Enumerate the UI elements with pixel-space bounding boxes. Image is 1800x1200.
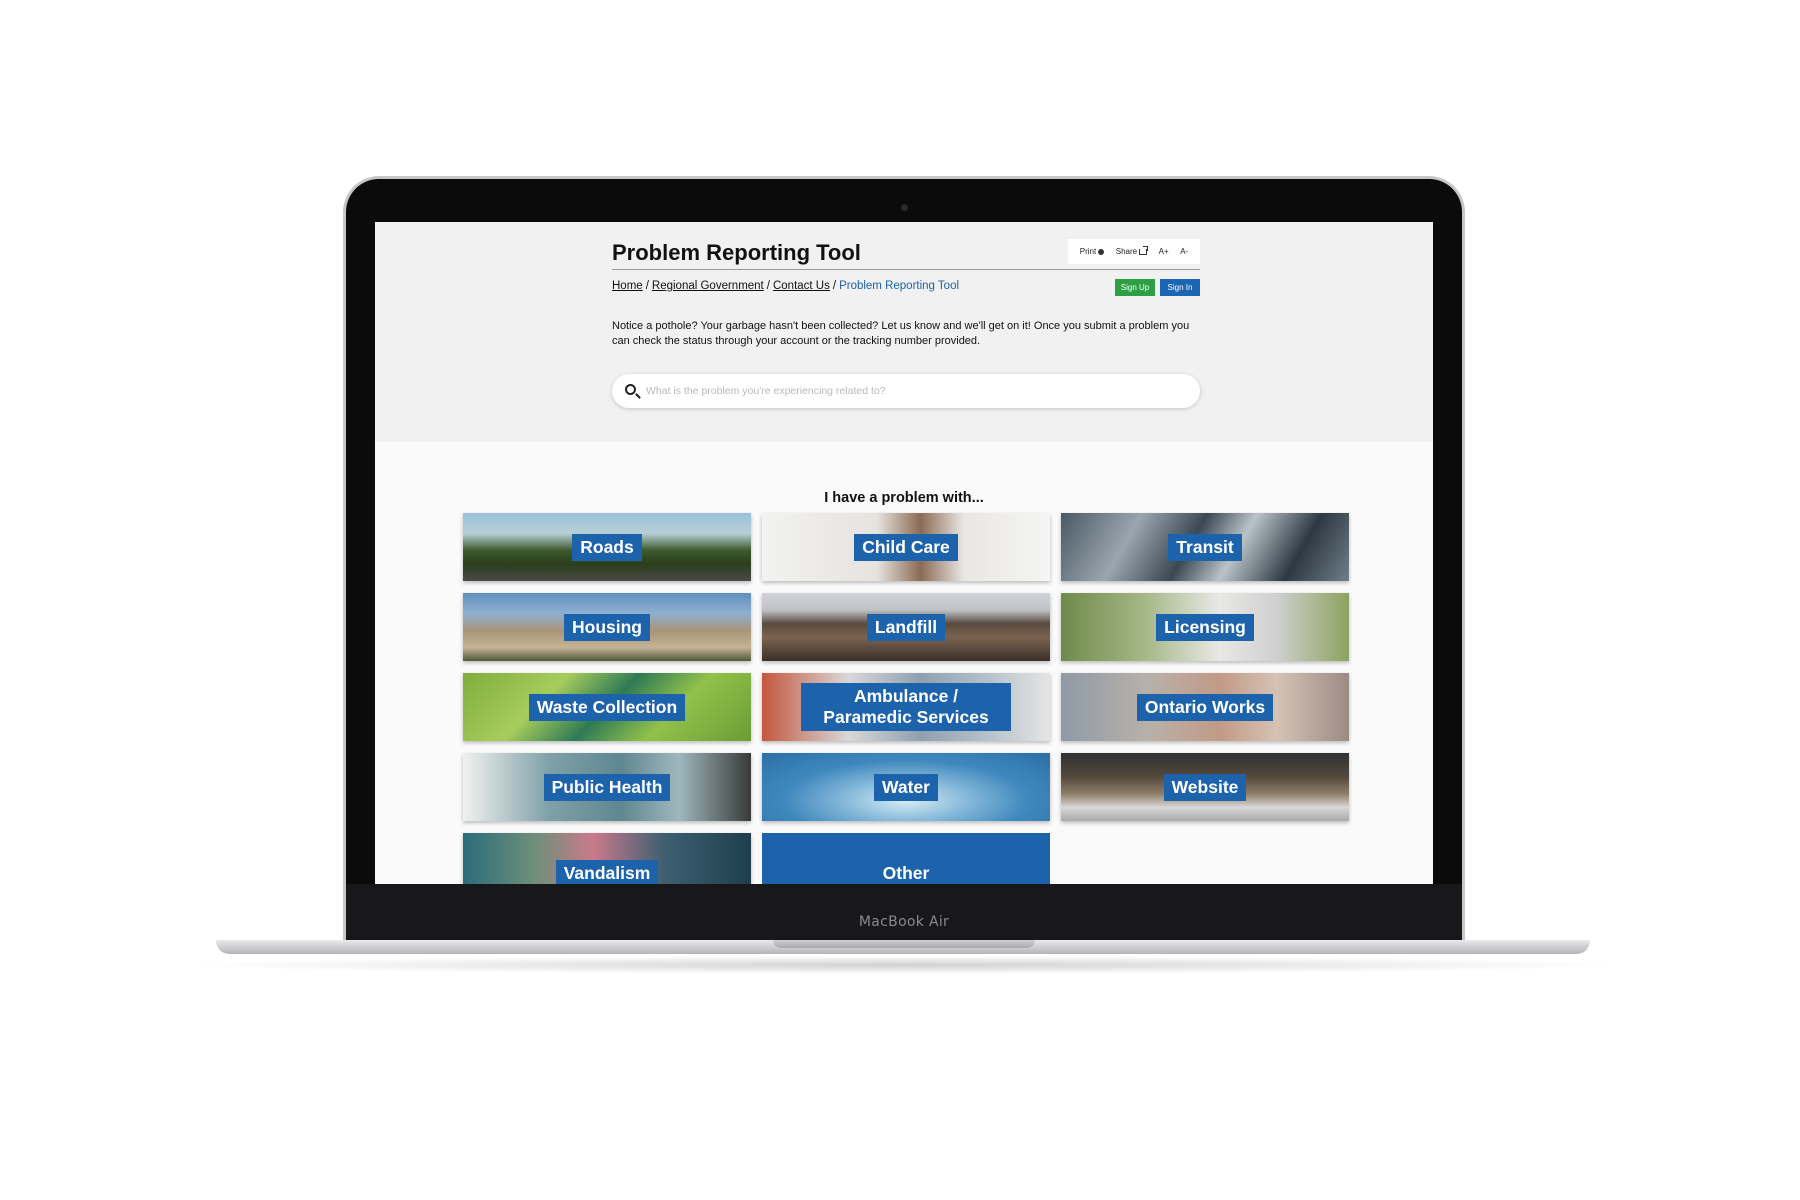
device-brand-label: MacBook Air: [858, 914, 950, 930]
breadcrumb-separator: /: [645, 280, 649, 292]
share-label: Share: [1115, 247, 1138, 256]
font-increase-button[interactable]: A+: [1159, 247, 1169, 256]
category-tile-other[interactable]: Other: [762, 833, 1050, 884]
category-tile-landfill[interactable]: Landfill: [762, 593, 1050, 661]
page-utilities: Print Share A+ A-: [1068, 239, 1200, 264]
intro-text: Notice a pothole? Your garbage hasn't be…: [612, 320, 1190, 347]
category-label: Housing: [564, 613, 650, 641]
laptop-notch: [773, 940, 1035, 948]
category-tile-licensing[interactable]: Licensing: [1061, 593, 1349, 661]
print-button[interactable]: Print: [1079, 247, 1105, 256]
category-label: Ambulance / Paramedic Services: [801, 683, 1011, 731]
category-tile-public-health[interactable]: Public Health: [463, 753, 751, 821]
breadcrumb-separator: /: [766, 280, 770, 292]
category-label: Waste Collection: [528, 693, 686, 721]
breadcrumb-contact-us[interactable]: Contact Us: [773, 280, 830, 292]
category-label: Roads: [572, 533, 642, 561]
font-decrease-button[interactable]: A-: [1180, 247, 1188, 256]
laptop-chin: [346, 884, 1462, 942]
category-label: Transit: [1168, 533, 1242, 561]
category-label: Website: [1163, 773, 1247, 801]
category-label: Other: [882, 863, 930, 883]
breadcrumb-home[interactable]: Home: [612, 280, 643, 292]
category-label: Public Health: [543, 773, 671, 801]
category-tile-child-care[interactable]: Child Care: [762, 513, 1050, 581]
section-heading: I have a problem with...: [824, 490, 984, 506]
category-tile-ontario-works[interactable]: Ontario Works: [1061, 673, 1349, 741]
share-button[interactable]: Share: [1115, 245, 1149, 256]
share-icon: [1139, 245, 1149, 255]
title-divider: [612, 269, 1200, 270]
sign-up-button[interactable]: Sign Up: [1115, 279, 1155, 296]
category-tile-roads[interactable]: Roads: [463, 513, 751, 581]
print-icon: [1098, 248, 1105, 255]
category-tile-transit[interactable]: Transit: [1061, 513, 1349, 581]
print-label: Print: [1079, 247, 1097, 256]
category-label: Vandalism: [555, 860, 659, 884]
category-tile-website[interactable]: Website: [1061, 753, 1349, 821]
breadcrumb-separator: /: [832, 280, 837, 292]
category-label: Licensing: [1156, 613, 1254, 641]
category-tile-housing[interactable]: Housing: [463, 593, 751, 661]
page-title: Problem Reporting Tool: [612, 240, 861, 265]
laptop-shadow: [180, 956, 1630, 974]
category-tile-vandalism[interactable]: Vandalism: [463, 833, 751, 884]
category-tile-water[interactable]: Water: [762, 753, 1050, 821]
category-tile-waste-collection[interactable]: Waste Collection: [463, 673, 751, 741]
category-label: Landfill: [866, 613, 946, 641]
category-label: Child Care: [854, 533, 958, 561]
search-icon: [625, 384, 636, 395]
category-label: Water: [874, 773, 938, 801]
browser-viewport: Problem Reporting Tool Print Share A+ A-…: [375, 222, 1433, 884]
category-tile-ambulance-paramedic[interactable]: Ambulance / Paramedic Services: [762, 673, 1050, 741]
breadcrumb-regional-government[interactable]: Regional Government: [652, 280, 764, 292]
search-input[interactable]: [646, 374, 1186, 408]
breadcrumb: Home / Regional Government / Contact Us / Prob…: [612, 280, 959, 292]
breadcrumb-current: Problem Reporting Tool: [839, 280, 960, 292]
sign-in-button[interactable]: Sign In: [1160, 279, 1200, 296]
category-label: Ontario Works: [1136, 693, 1274, 721]
search-bar: [612, 374, 1200, 408]
camera-icon: [901, 204, 908, 211]
